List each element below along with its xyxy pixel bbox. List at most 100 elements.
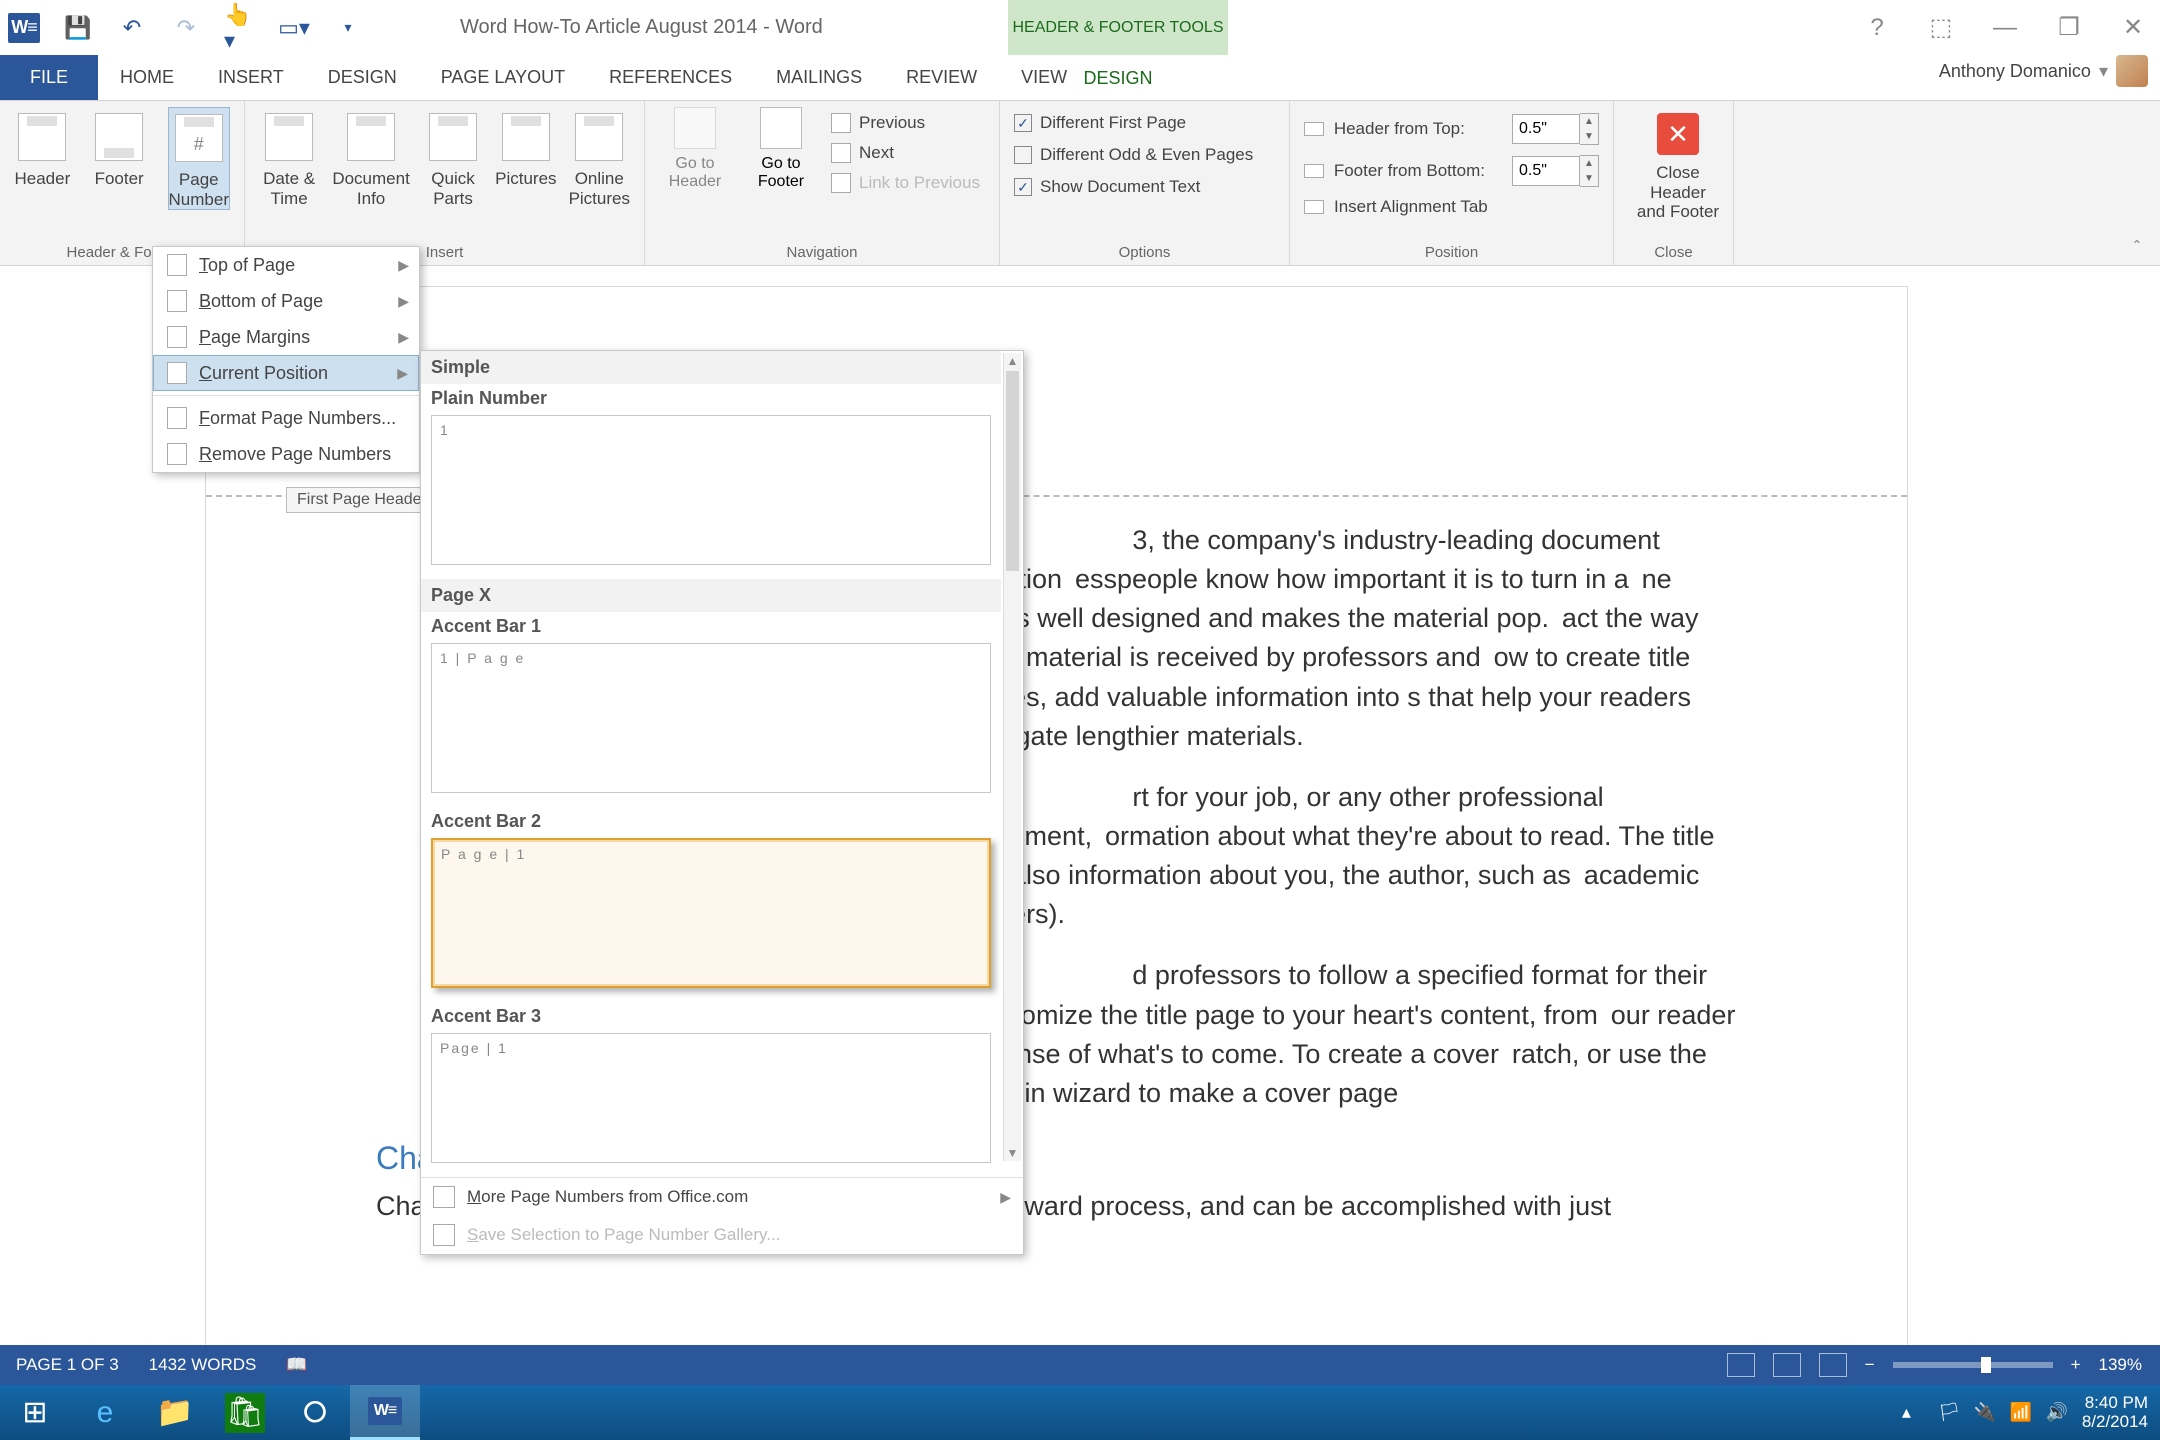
tab-mailings[interactable]: MAILINGS — [754, 55, 884, 100]
zoom-slider[interactable] — [1893, 1362, 2053, 1368]
more-page-numbers-button[interactable]: More Page Numbers from Office.com▶ — [421, 1178, 1023, 1216]
save-icon[interactable]: 💾 — [62, 12, 94, 44]
quick-parts-button[interactable]: Quick Parts — [423, 107, 483, 208]
gallery-scrollbar[interactable]: ▲ ▼ — [1003, 353, 1021, 1161]
touch-mode-icon[interactable]: 👆▾ — [224, 12, 256, 44]
next-icon — [831, 143, 851, 163]
align-tab-icon — [1304, 200, 1324, 214]
help-icon[interactable]: ? — [1862, 13, 1892, 43]
online-pictures-button[interactable]: Online Pictures — [569, 107, 630, 208]
different-odd-even-checkbox[interactable]: Different Odd & Even Pages — [1014, 145, 1275, 165]
tab-review[interactable]: REVIEW — [884, 55, 999, 100]
qat-icon[interactable]: ▭▾ — [278, 12, 310, 44]
ie-icon[interactable]: e — [70, 1385, 140, 1440]
footer-from-bottom-label: Footer from Bottom: — [1334, 161, 1502, 181]
file-explorer-icon[interactable]: 📁 — [140, 1385, 210, 1440]
footer-button[interactable]: Footer — [91, 107, 148, 210]
web-layout-icon[interactable] — [1819, 1353, 1847, 1377]
context-tab-label: HEADER & FOOTER TOOLS — [1008, 0, 1228, 55]
checkbox-icon — [1014, 146, 1032, 164]
gallery-item-accent1: Accent Bar 1 — [421, 612, 1001, 637]
gallery-preview-accent1[interactable]: 1 | P a g e — [431, 643, 991, 793]
taskbar-clock[interactable]: 8:40 PM 8/2/2014 — [2082, 1394, 2148, 1431]
user-name[interactable]: Anthony Domanico — [1939, 61, 2091, 82]
menu-bottom-of-page[interactable]: Bottom of Page▶ — [153, 283, 419, 319]
checkbox-checked-icon — [1014, 114, 1032, 132]
chrome-icon[interactable]: ⭘ — [280, 1385, 350, 1440]
gallery-preview-accent2[interactable]: P a g e | 1 — [431, 838, 991, 988]
spinner-up-icon[interactable]: ▲ — [1580, 156, 1598, 171]
redo-icon[interactable]: ↷ — [170, 12, 202, 44]
word-taskbar-icon[interactable]: W≡ — [350, 1385, 420, 1440]
status-page[interactable]: PAGE 1 OF 3 — [16, 1355, 119, 1375]
spinner-up-icon[interactable]: ▲ — [1580, 114, 1598, 129]
different-first-page-checkbox[interactable]: Different First Page — [1014, 113, 1275, 133]
gallery-preview-accent3[interactable]: Page | 1 — [431, 1033, 991, 1163]
format-icon — [167, 407, 187, 429]
tab-file[interactable]: FILE — [0, 55, 98, 100]
gallery-item-plain-number: Plain Number — [421, 384, 1001, 409]
save-selection-button: Save Selection to Page Number Gallery... — [421, 1216, 1023, 1254]
save-gallery-icon — [433, 1224, 455, 1246]
page-icon — [167, 254, 187, 276]
status-proofing-icon[interactable]: 📖 — [286, 1355, 307, 1375]
page-number-button[interactable]: Page Number — [168, 107, 230, 210]
menu-remove-page-numbers[interactable]: Remove Page Numbers — [153, 436, 419, 472]
gallery-preview-plain[interactable]: 1 — [431, 415, 991, 565]
scroll-thumb[interactable] — [1006, 371, 1019, 571]
zoom-in-icon[interactable]: + — [2071, 1355, 2081, 1375]
tab-hf-design[interactable]: DESIGN — [1008, 55, 1228, 101]
next-button[interactable]: Next — [831, 143, 980, 163]
show-hidden-icon[interactable]: ▴ — [1902, 1402, 1924, 1424]
date-time-button[interactable]: Date & Time — [259, 107, 319, 208]
qat-customize-icon[interactable]: ▾ — [332, 12, 364, 44]
goto-footer-button[interactable]: Go to Footer — [745, 107, 817, 193]
restore-icon[interactable]: ❐ — [2054, 13, 2084, 43]
tab-page-layout[interactable]: PAGE LAYOUT — [419, 55, 587, 100]
pictures-button[interactable]: Pictures — [495, 107, 556, 208]
avatar[interactable] — [2116, 55, 2148, 87]
minimize-icon[interactable]: — — [1990, 13, 2020, 43]
zoom-level[interactable]: 139% — [2099, 1355, 2142, 1375]
spinner-down-icon[interactable]: ▼ — [1580, 171, 1598, 186]
tab-references[interactable]: REFERENCES — [587, 55, 754, 100]
network-icon[interactable]: 📶 — [2010, 1402, 2032, 1424]
undo-icon[interactable]: ↶ — [116, 12, 148, 44]
footer-from-bottom-input[interactable]: ▲▼ — [1512, 155, 1599, 187]
flag-icon[interactable]: 🏳 — [1938, 1402, 1960, 1424]
checkbox-checked-icon — [1014, 178, 1032, 196]
spinner-down-icon[interactable]: ▼ — [1580, 129, 1598, 144]
previous-button[interactable]: Previous — [831, 113, 980, 133]
ribbon-display-icon[interactable]: ⬚ — [1926, 13, 1956, 43]
menu-current-position[interactable]: Current Position▶ — [153, 355, 419, 391]
menu-page-margins[interactable]: Page Margins▶ — [153, 319, 419, 355]
insert-alignment-tab-button[interactable]: Insert Alignment Tab — [1304, 197, 1599, 217]
show-document-text-checkbox[interactable]: Show Document Text — [1014, 177, 1275, 197]
document-info-button[interactable]: Document Info — [331, 107, 411, 208]
zoom-out-icon[interactable]: − — [1865, 1355, 1875, 1375]
group-close: Close — [1628, 244, 1719, 261]
close-header-footer-button[interactable]: ✕ Close Header and Footer — [1628, 107, 1728, 222]
store-icon[interactable]: 🛍 — [225, 1393, 265, 1433]
close-icon[interactable]: ✕ — [2118, 13, 2148, 43]
previous-icon — [831, 113, 851, 133]
tab-insert[interactable]: INSERT — [196, 55, 306, 100]
volume-icon[interactable]: 🔊 — [2046, 1402, 2068, 1424]
tab-design[interactable]: DESIGN — [306, 55, 419, 100]
header-from-top-input[interactable]: ▲▼ — [1512, 113, 1599, 145]
menu-top-of-page[interactable]: Top of Page▶ — [153, 247, 419, 283]
collapse-ribbon-icon[interactable]: ˆ — [2134, 238, 2140, 259]
header-button[interactable]: Header — [14, 107, 71, 210]
word-app-icon: W≡ — [8, 12, 40, 44]
start-button[interactable]: ⊞ — [0, 1385, 70, 1440]
tab-home[interactable]: HOME — [98, 55, 196, 100]
footer-bottom-icon — [1304, 164, 1324, 178]
print-layout-icon[interactable] — [1773, 1353, 1801, 1377]
menu-format-page-numbers[interactable]: Format Page Numbers... — [153, 400, 419, 436]
read-mode-icon[interactable] — [1727, 1353, 1755, 1377]
scroll-down-icon[interactable]: ▼ — [1004, 1145, 1021, 1161]
power-icon[interactable]: 🔌 — [1974, 1402, 1996, 1424]
page-icon — [167, 362, 187, 384]
status-words[interactable]: 1432 WORDS — [149, 1355, 257, 1375]
scroll-up-icon[interactable]: ▲ — [1004, 353, 1021, 369]
